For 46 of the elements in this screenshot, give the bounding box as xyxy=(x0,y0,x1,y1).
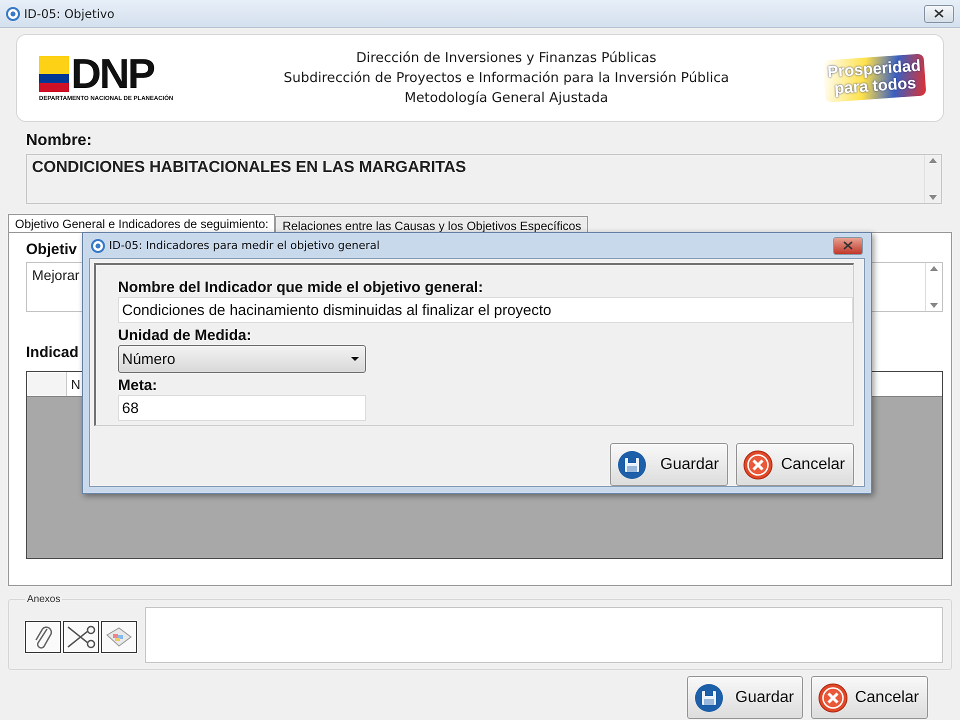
column-header: N xyxy=(70,376,82,394)
indicators-label: Indicad xyxy=(26,344,79,361)
window-title: ID-05: Objetivo xyxy=(24,6,116,20)
close-icon xyxy=(934,9,944,18)
caret-icon xyxy=(351,357,359,361)
tab[interactable]: Relaciones entre las Causas y los Objetivos Específicos xyxy=(275,216,588,233)
cancel-icon xyxy=(818,682,848,712)
app-icon xyxy=(91,238,105,252)
app-icon xyxy=(6,6,20,20)
slogan-logo: Prosperidad para todos xyxy=(822,54,926,102)
floppy-disk-icon xyxy=(694,682,724,712)
scroll-up-icon[interactable] xyxy=(930,266,938,271)
goal-field[interactable]: 68 xyxy=(118,395,366,421)
header-line: Metodología General Ajustada xyxy=(404,89,608,108)
floppy-disk-icon xyxy=(617,450,647,480)
close-button[interactable] xyxy=(833,236,863,254)
cancel-button[interactable]: Cancelar xyxy=(811,676,928,719)
logo-text: DNP xyxy=(71,54,154,94)
name-label: Nombre: xyxy=(25,132,93,150)
unit-dropdown[interactable]: Número xyxy=(118,345,366,373)
scroll-up-icon[interactable] xyxy=(929,158,937,163)
documents-icon xyxy=(105,625,133,649)
cancel-button[interactable]: Cancelar xyxy=(736,443,854,486)
unit-label: Unidad de Medida: xyxy=(118,327,252,345)
group-title: Anexos xyxy=(26,594,62,605)
scroll-down-icon[interactable] xyxy=(929,195,937,200)
close-button[interactable] xyxy=(924,4,954,22)
save-button[interactable]: Guardar xyxy=(610,443,728,486)
folder-button[interactable] xyxy=(101,621,137,653)
scissors-icon xyxy=(66,624,96,650)
cut-button[interactable] xyxy=(63,621,99,653)
flag-icon xyxy=(39,56,69,92)
header-line: Dirección de Inversiones y Finanzas Públicas xyxy=(356,49,656,68)
save-button[interactable]: Guardar xyxy=(687,676,803,719)
indicator-name-label: Nombre del Indicador que mide el objetivo general: xyxy=(118,279,484,297)
tab[interactable]: Objetivo General e Indicadores de seguimiento: xyxy=(8,214,276,233)
goal-label: Meta: xyxy=(118,377,158,395)
dialog-title: ID-05: Indicadores para medir el objetivo general xyxy=(109,239,381,252)
attach-button[interactable] xyxy=(25,621,61,653)
objective-label: Objetiv xyxy=(26,241,77,258)
cancel-icon xyxy=(743,450,773,480)
close-icon xyxy=(843,241,853,250)
indicator-name-field[interactable]: Condiciones de hacinamiento disminuidas al finalizar el proyecto xyxy=(118,297,853,323)
header-line: Subdirección de Proyectos e Información para la Inversión Pública xyxy=(284,69,730,88)
scroll-down-icon[interactable] xyxy=(930,303,938,308)
name-field[interactable]: CONDICIONES HABITACIONALES EN LAS MARGARITAS xyxy=(26,154,942,204)
